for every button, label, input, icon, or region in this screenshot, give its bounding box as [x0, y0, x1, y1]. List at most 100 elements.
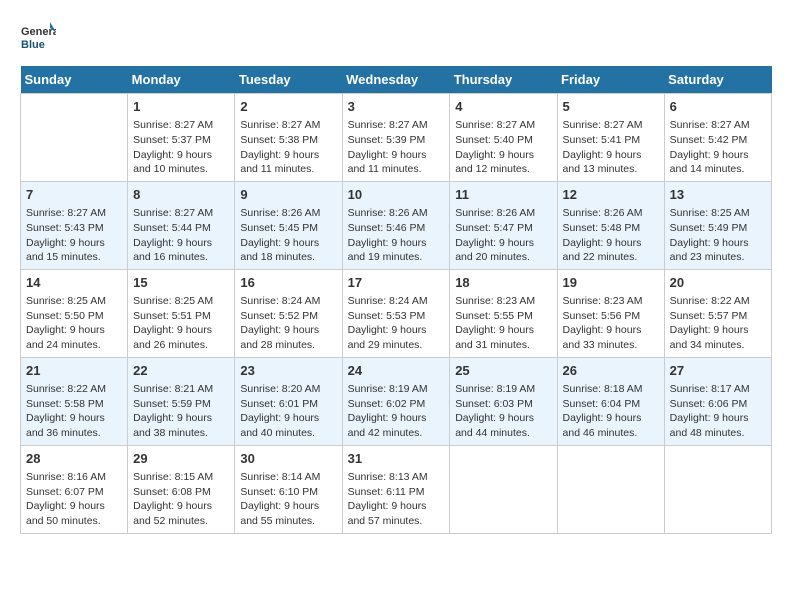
- day-number: 23: [240, 362, 336, 380]
- day-number: 17: [348, 274, 445, 292]
- day-number: 21: [26, 362, 122, 380]
- calendar-cell: 25 Sunrise: 8:19 AM Sunset: 6:03 PM Dayli…: [450, 357, 557, 445]
- day-number: 30: [240, 450, 336, 468]
- calendar-cell: 27 Sunrise: 8:17 AM Sunset: 6:06 PM Dayli…: [664, 357, 771, 445]
- day-info: Sunrise: 8:27 AM Sunset: 5:40 PM Dayligh…: [455, 118, 551, 177]
- day-number: 5: [563, 98, 659, 116]
- day-info: Sunrise: 8:27 AM Sunset: 5:38 PM Dayligh…: [240, 118, 336, 177]
- day-info: Sunrise: 8:18 AM Sunset: 6:04 PM Dayligh…: [563, 382, 659, 441]
- day-number: 24: [348, 362, 445, 380]
- day-number: 27: [670, 362, 766, 380]
- day-info: Sunrise: 8:27 AM Sunset: 5:39 PM Dayligh…: [348, 118, 445, 177]
- calendar-cell: 21 Sunrise: 8:22 AM Sunset: 5:58 PM Dayli…: [21, 357, 128, 445]
- calendar-cell: 7 Sunrise: 8:27 AM Sunset: 5:43 PM Daylig…: [21, 181, 128, 269]
- day-number: 10: [348, 186, 445, 204]
- day-number: 9: [240, 186, 336, 204]
- calendar-cell: 17 Sunrise: 8:24 AM Sunset: 5:53 PM Dayli…: [342, 269, 450, 357]
- calendar-cell: 18Sunrise: 8:23 AM Sunset: 5:55 PM Dayli…: [450, 269, 557, 357]
- calendar-cell: [450, 445, 557, 533]
- day-number: 14: [26, 274, 122, 292]
- day-number: 19: [563, 274, 659, 292]
- svg-text:Blue: Blue: [21, 39, 45, 51]
- calendar-week-row: 28 Sunrise: 8:16 AM Sunset: 6:07 PM Dayli…: [21, 445, 772, 533]
- calendar-cell: 22 Sunrise: 8:21 AM Sunset: 5:59 PM Dayli…: [128, 357, 235, 445]
- day-number: 25: [455, 362, 551, 380]
- day-info: Sunrise: 8:23 AM Sunset: 5:56 PM Dayligh…: [563, 294, 659, 353]
- calendar-cell: 30 Sunrise: 8:14 AM Sunset: 6:10 PM Dayli…: [235, 445, 342, 533]
- calendar-cell: 29 Sunrise: 8:15 AM Sunset: 6:08 PM Dayli…: [128, 445, 235, 533]
- day-number: 2: [240, 98, 336, 116]
- calendar-cell: 1 Sunrise: 8:27 AM Sunset: 5:37 PM Daylig…: [128, 94, 235, 182]
- day-info: Sunrise: 8:22 AM Sunset: 5:58 PM Dayligh…: [26, 382, 122, 441]
- calendar-cell: [664, 445, 771, 533]
- calendar-cell: 11Sunrise: 8:26 AM Sunset: 5:47 PM Dayli…: [450, 181, 557, 269]
- day-info: Sunrise: 8:19 AM Sunset: 6:02 PM Dayligh…: [348, 382, 445, 441]
- calendar-week-row: 1 Sunrise: 8:27 AM Sunset: 5:37 PM Daylig…: [21, 94, 772, 182]
- day-number: 22: [133, 362, 229, 380]
- calendar-cell: 4 Sunrise: 8:27 AM Sunset: 5:40 PM Daylig…: [450, 94, 557, 182]
- calendar-cell: 6 Sunrise: 8:27 AM Sunset: 5:42 PM Daylig…: [664, 94, 771, 182]
- day-number: 28: [26, 450, 122, 468]
- day-info: Sunrise: 8:17 AM Sunset: 6:06 PM Dayligh…: [670, 382, 766, 441]
- day-info: Sunrise: 8:26 AM Sunset: 5:47 PM Dayligh…: [455, 206, 551, 265]
- day-info: Sunrise: 8:27 AM Sunset: 5:44 PM Dayligh…: [133, 206, 229, 265]
- header-wednesday: Wednesday: [342, 66, 450, 94]
- header-friday: Friday: [557, 66, 664, 94]
- calendar-cell: [557, 445, 664, 533]
- calendar-cell: 31Sunrise: 8:13 AM Sunset: 6:11 PM Dayli…: [342, 445, 450, 533]
- calendar-cell: 13Sunrise: 8:25 AM Sunset: 5:49 PM Dayli…: [664, 181, 771, 269]
- calendar-week-row: 21 Sunrise: 8:22 AM Sunset: 5:58 PM Dayli…: [21, 357, 772, 445]
- day-info: Sunrise: 8:14 AM Sunset: 6:10 PM Dayligh…: [240, 470, 336, 529]
- day-number: 12: [563, 186, 659, 204]
- calendar-week-row: 7 Sunrise: 8:27 AM Sunset: 5:43 PM Daylig…: [21, 181, 772, 269]
- day-number: 26: [563, 362, 659, 380]
- calendar-header-row: SundayMondayTuesdayWednesdayThursdayFrid…: [21, 66, 772, 94]
- calendar-table: SundayMondayTuesdayWednesdayThursdayFrid…: [20, 66, 772, 534]
- calendar-cell: 26 Sunrise: 8:18 AM Sunset: 6:04 PM Dayli…: [557, 357, 664, 445]
- calendar-cell: 14 Sunrise: 8:25 AM Sunset: 5:50 PM Dayli…: [21, 269, 128, 357]
- day-number: 31: [348, 450, 445, 468]
- calendar-cell: 3Sunrise: 8:27 AM Sunset: 5:39 PM Daylig…: [342, 94, 450, 182]
- calendar-cell: 8 Sunrise: 8:27 AM Sunset: 5:44 PM Daylig…: [128, 181, 235, 269]
- calendar-cell: 24 Sunrise: 8:19 AM Sunset: 6:02 PM Dayli…: [342, 357, 450, 445]
- day-number: 13: [670, 186, 766, 204]
- day-number: 6: [670, 98, 766, 116]
- day-number: 1: [133, 98, 229, 116]
- day-info: Sunrise: 8:19 AM Sunset: 6:03 PM Dayligh…: [455, 382, 551, 441]
- day-info: Sunrise: 8:27 AM Sunset: 5:37 PM Dayligh…: [133, 118, 229, 177]
- day-number: 29: [133, 450, 229, 468]
- calendar-cell: 2 Sunrise: 8:27 AM Sunset: 5:38 PM Daylig…: [235, 94, 342, 182]
- calendar-cell: 12Sunrise: 8:26 AM Sunset: 5:48 PM Dayli…: [557, 181, 664, 269]
- day-info: Sunrise: 8:25 AM Sunset: 5:50 PM Dayligh…: [26, 294, 122, 353]
- day-info: Sunrise: 8:16 AM Sunset: 6:07 PM Dayligh…: [26, 470, 122, 529]
- day-number: 7: [26, 186, 122, 204]
- header-sunday: Sunday: [21, 66, 128, 94]
- day-number: 20: [670, 274, 766, 292]
- header-saturday: Saturday: [664, 66, 771, 94]
- day-info: Sunrise: 8:27 AM Sunset: 5:42 PM Dayligh…: [670, 118, 766, 177]
- day-info: Sunrise: 8:20 AM Sunset: 6:01 PM Dayligh…: [240, 382, 336, 441]
- calendar-cell: 20Sunrise: 8:22 AM Sunset: 5:57 PM Dayli…: [664, 269, 771, 357]
- calendar-cell: [21, 94, 128, 182]
- day-info: Sunrise: 8:27 AM Sunset: 5:41 PM Dayligh…: [563, 118, 659, 177]
- calendar-cell: 15Sunrise: 8:25 AM Sunset: 5:51 PM Dayli…: [128, 269, 235, 357]
- header-thursday: Thursday: [450, 66, 557, 94]
- logo: General Blue: [20, 20, 56, 56]
- day-info: Sunrise: 8:25 AM Sunset: 5:51 PM Dayligh…: [133, 294, 229, 353]
- day-number: 16: [240, 274, 336, 292]
- calendar-cell: 5 Sunrise: 8:27 AM Sunset: 5:41 PM Daylig…: [557, 94, 664, 182]
- day-info: Sunrise: 8:26 AM Sunset: 5:46 PM Dayligh…: [348, 206, 445, 265]
- day-info: Sunrise: 8:27 AM Sunset: 5:43 PM Dayligh…: [26, 206, 122, 265]
- calendar-cell: 16Sunrise: 8:24 AM Sunset: 5:52 PM Dayli…: [235, 269, 342, 357]
- header-monday: Monday: [128, 66, 235, 94]
- day-info: Sunrise: 8:15 AM Sunset: 6:08 PM Dayligh…: [133, 470, 229, 529]
- page-header: General Blue: [20, 20, 772, 56]
- day-number: 8: [133, 186, 229, 204]
- header-tuesday: Tuesday: [235, 66, 342, 94]
- day-number: 18: [455, 274, 551, 292]
- calendar-cell: 28 Sunrise: 8:16 AM Sunset: 6:07 PM Dayli…: [21, 445, 128, 533]
- day-number: 4: [455, 98, 551, 116]
- calendar-cell: 19 Sunrise: 8:23 AM Sunset: 5:56 PM Dayli…: [557, 269, 664, 357]
- day-info: Sunrise: 8:21 AM Sunset: 5:59 PM Dayligh…: [133, 382, 229, 441]
- day-info: Sunrise: 8:24 AM Sunset: 5:53 PM Dayligh…: [348, 294, 445, 353]
